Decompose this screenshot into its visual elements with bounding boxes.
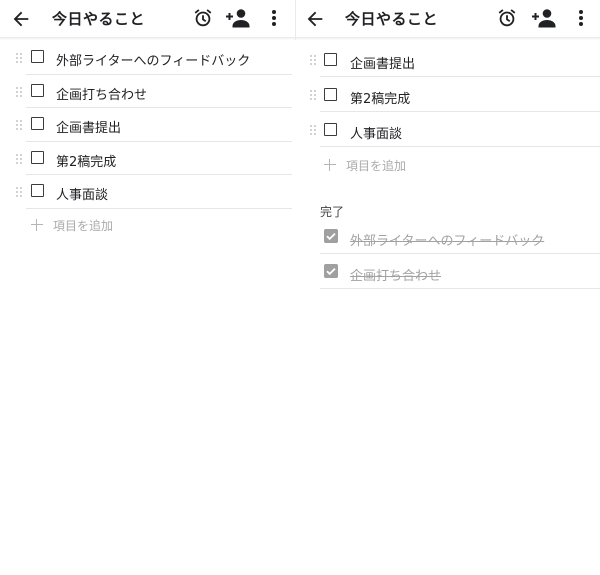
add-person-icon[interactable]: [225, 7, 251, 29]
list-item[interactable]: 外部ライターへのフィードバック: [0, 41, 296, 75]
plus-icon: [31, 219, 43, 231]
page-title: 今日やること: [52, 10, 146, 28]
drag-handle-icon[interactable]: [15, 52, 23, 64]
right-screen: 今日やること 企画書提出 第2稿完成 人事面談 項目を追加 完了 外部ライターへ…: [296, 0, 600, 575]
drag-handle-icon[interactable]: [15, 119, 23, 131]
item-label[interactable]: 人事面談: [350, 123, 402, 142]
todo-list: 企画書提出 第2稿完成 人事面談: [296, 42, 600, 147]
unchecked-checkbox[interactable]: [324, 53, 337, 66]
list-item[interactable]: 人事面談: [0, 175, 296, 209]
item-label[interactable]: 人事面談: [56, 184, 108, 203]
back-arrow-icon[interactable]: [304, 8, 326, 30]
unchecked-checkbox[interactable]: [31, 117, 44, 130]
appbar-shadow: [0, 37, 296, 40]
divider: [320, 146, 600, 147]
app-bar: 今日やること: [296, 0, 600, 40]
item-label[interactable]: 外部ライターへのフィードバック: [56, 50, 250, 69]
add-item-label: 項目を追加: [53, 219, 114, 233]
list-item[interactable]: 人事面談: [296, 112, 600, 147]
list-item[interactable]: 第2稿完成: [296, 77, 600, 112]
item-label[interactable]: 企画打ち合わせ: [350, 265, 441, 284]
app-bar: 今日やること: [0, 0, 296, 40]
divider: [26, 207, 292, 209]
item-label[interactable]: 第2稿完成: [56, 151, 116, 170]
left-screen: 今日やること 外部ライターへのフィードバック 企画打ち合わせ 企画書提出 第2稿…: [0, 0, 296, 575]
list-item[interactable]: 企画書提出: [0, 108, 296, 142]
add-item-label: 項目を追加: [346, 159, 407, 173]
checked-checkbox[interactable]: [324, 229, 338, 243]
unchecked-checkbox[interactable]: [31, 184, 44, 197]
list-item[interactable]: 第2稿完成: [0, 142, 296, 175]
unchecked-checkbox[interactable]: [31, 83, 44, 97]
completed-item[interactable]: 企画打ち合わせ: [296, 254, 600, 289]
unchecked-checkbox[interactable]: [324, 123, 337, 136]
drag-handle-icon[interactable]: [15, 86, 23, 98]
completed-heading[interactable]: 完了: [320, 203, 344, 220]
completed-list: 外部ライターへのフィードバック 企画打ち合わせ: [296, 219, 600, 289]
item-label[interactable]: 企画打ち合わせ: [56, 84, 147, 103]
completed-item[interactable]: 外部ライターへのフィードバック: [296, 219, 600, 254]
drag-handle-icon[interactable]: [309, 89, 317, 101]
drag-handle-icon[interactable]: [309, 124, 317, 136]
unchecked-checkbox[interactable]: [324, 88, 337, 101]
divider: [320, 288, 600, 289]
page-title: 今日やること: [345, 10, 439, 28]
list-item[interactable]: 企画書提出: [296, 42, 600, 77]
alarm-icon[interactable]: [192, 7, 214, 29]
drag-handle-icon[interactable]: [15, 153, 23, 165]
list-item[interactable]: 企画打ち合わせ: [0, 75, 296, 108]
back-arrow-icon[interactable]: [10, 8, 32, 30]
more-vert-icon[interactable]: [576, 7, 586, 29]
drag-handle-icon[interactable]: [309, 54, 317, 66]
add-person-icon[interactable]: [531, 7, 557, 29]
appbar-shadow: [296, 37, 600, 40]
item-label[interactable]: 第2稿完成: [350, 88, 410, 107]
more-vert-icon[interactable]: [269, 7, 279, 29]
item-label[interactable]: 企画書提出: [350, 53, 415, 72]
plus-icon: [324, 159, 336, 171]
alarm-icon[interactable]: [496, 7, 518, 29]
drag-handle-icon[interactable]: [15, 186, 23, 198]
unchecked-checkbox[interactable]: [31, 150, 44, 164]
checked-checkbox[interactable]: [324, 264, 338, 278]
todo-list: 外部ライターへのフィードバック 企画打ち合わせ 企画書提出 第2稿完成 人事面談: [0, 41, 296, 209]
item-label[interactable]: 企画書提出: [56, 117, 121, 136]
item-label[interactable]: 外部ライターへのフィードバック: [350, 230, 544, 249]
unchecked-checkbox[interactable]: [31, 50, 44, 63]
